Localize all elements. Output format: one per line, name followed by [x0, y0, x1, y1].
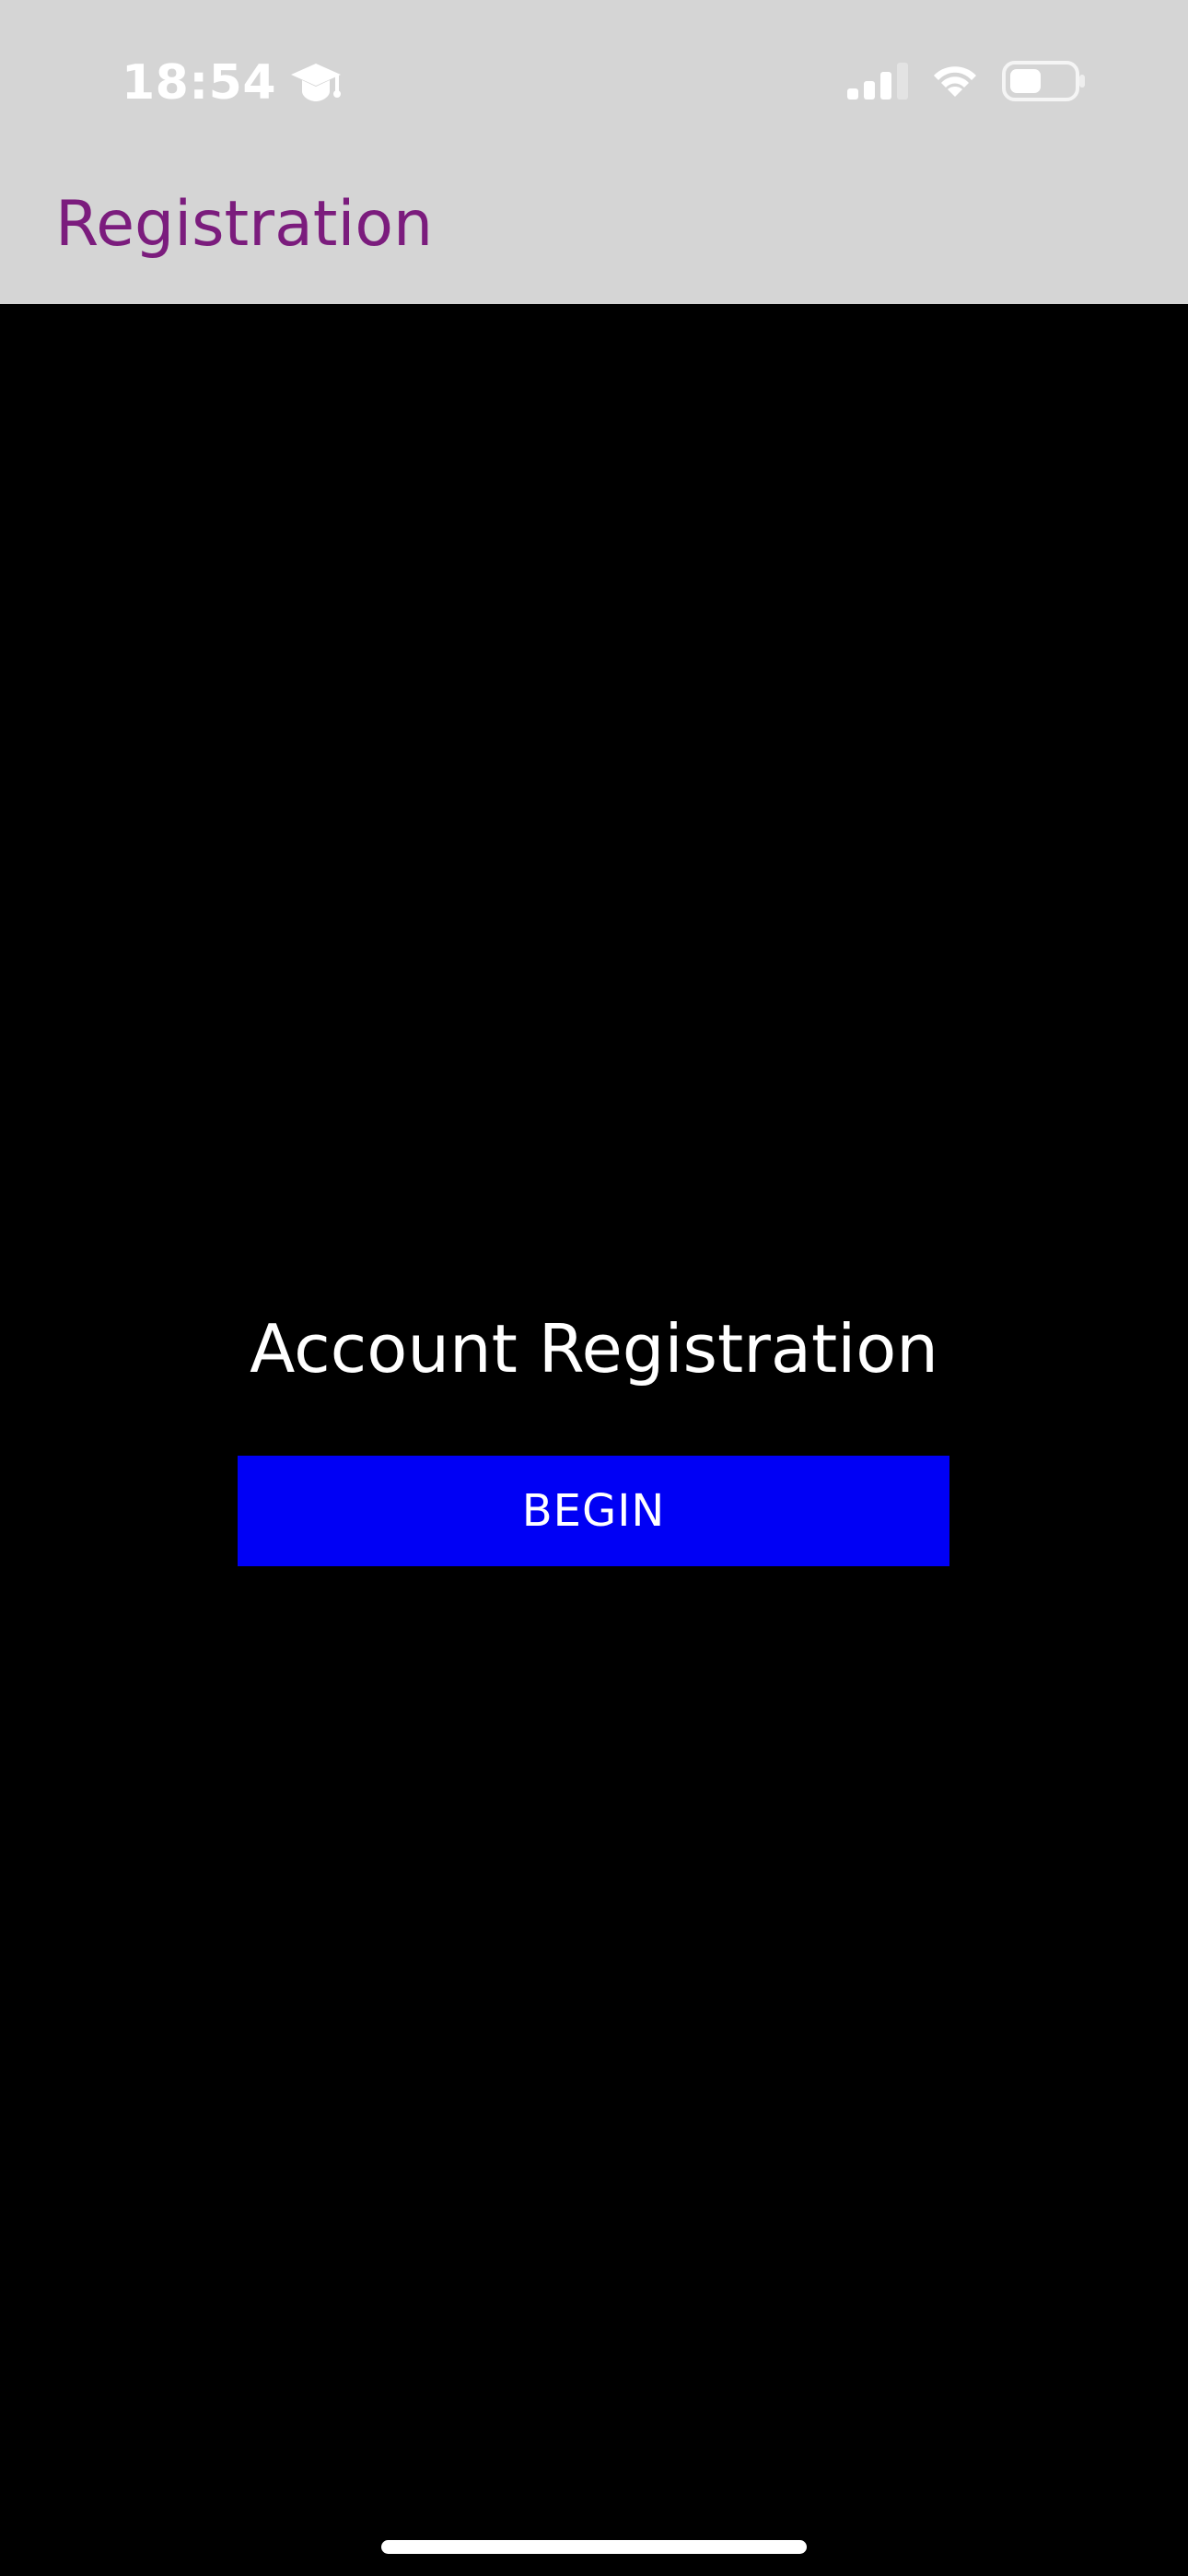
page-title: Registration [55, 188, 434, 261]
home-indicator[interactable] [381, 2540, 807, 2554]
wifi-icon [928, 62, 982, 100]
navigation-bar: Registration [0, 166, 1188, 304]
graduation-cap-icon [289, 58, 343, 108]
status-bar: 18:54 [0, 0, 1188, 166]
begin-button[interactable]: BEGIN [238, 1456, 949, 1566]
cellular-signal-icon [847, 63, 908, 100]
battery-icon [1002, 61, 1087, 101]
status-icons [847, 53, 1087, 109]
account-registration-heading: Account Registration [250, 1310, 938, 1388]
top-bar: 18:54 Registration [0, 0, 1188, 304]
status-time-group: 18:54 [122, 50, 343, 116]
status-time: 18:54 [122, 55, 277, 111]
main-content: Account Registration BEGIN [0, 304, 1188, 2576]
